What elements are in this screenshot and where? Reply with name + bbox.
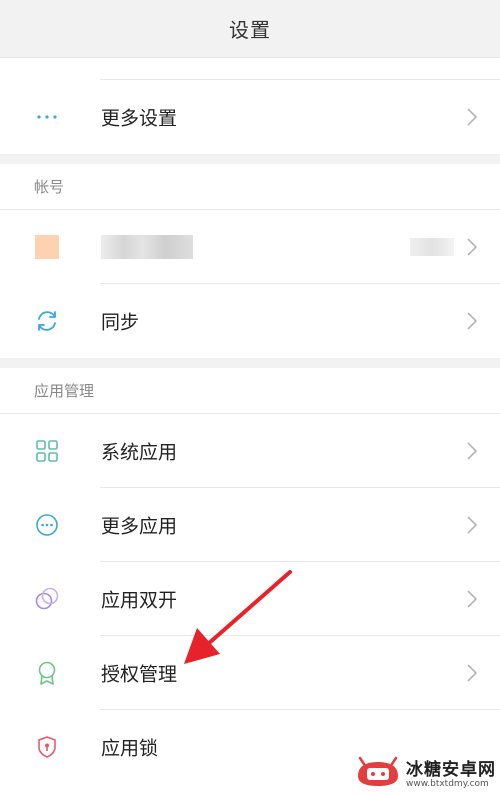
chevron-right-icon xyxy=(467,516,478,534)
section-gap xyxy=(0,358,500,368)
more-settings-row[interactable]: 更多设置 xyxy=(0,80,500,154)
system-apps-label: 系统应用 xyxy=(101,441,178,464)
more-settings-label: 更多设置 xyxy=(101,107,178,130)
ribbon-badge-icon xyxy=(34,660,60,686)
chevron-right-icon xyxy=(467,238,478,256)
dual-apps-label: 应用双开 xyxy=(101,589,178,612)
dual-apps-row[interactable]: 应用双开 xyxy=(0,562,500,636)
sync-label: 同步 xyxy=(101,311,140,334)
watermark-title: 冰糖安卓网 xyxy=(406,760,496,780)
shield-lock-icon xyxy=(34,734,60,760)
site-watermark: 冰糖安卓网 www.btxtdmy.com xyxy=(354,754,496,790)
chevron-right-icon xyxy=(467,312,478,330)
blurred-account-name xyxy=(101,235,193,259)
sync-icon xyxy=(34,308,60,334)
sync-row[interactable]: 同步 xyxy=(0,284,500,358)
app-management-section-header: 应用管理 xyxy=(0,368,500,414)
account-section-title: 帐号 xyxy=(34,178,65,196)
more-circle-icon xyxy=(34,512,60,538)
title-bar: 设置 xyxy=(0,0,500,58)
chevron-right-icon xyxy=(467,442,478,460)
watermark-url: www.btxtdmy.com xyxy=(406,779,489,789)
permission-management-row[interactable]: 授权管理 xyxy=(0,636,500,710)
chevron-right-icon xyxy=(467,664,478,682)
grid-icon xyxy=(34,438,60,464)
app-management-section-title: 应用管理 xyxy=(34,382,95,400)
blurred-account-detail xyxy=(410,238,454,256)
account-row[interactable] xyxy=(0,210,500,284)
more-dots-icon xyxy=(34,104,60,130)
system-apps-row[interactable]: 系统应用 xyxy=(0,414,500,488)
app-lock-label: 应用锁 xyxy=(101,737,159,760)
watermark-logo-icon xyxy=(358,756,398,786)
chevron-right-icon xyxy=(467,590,478,608)
chevron-right-icon xyxy=(467,108,478,126)
more-apps-label: 更多应用 xyxy=(101,515,178,538)
dual-circles-icon xyxy=(34,586,60,612)
top-group-spacer xyxy=(0,58,500,80)
account-section-header: 帐号 xyxy=(0,164,500,210)
avatar xyxy=(34,234,60,260)
permission-management-label: 授权管理 xyxy=(101,663,178,686)
more-apps-row[interactable]: 更多应用 xyxy=(0,488,500,562)
section-gap xyxy=(0,154,500,164)
page-title: 设置 xyxy=(229,18,271,42)
